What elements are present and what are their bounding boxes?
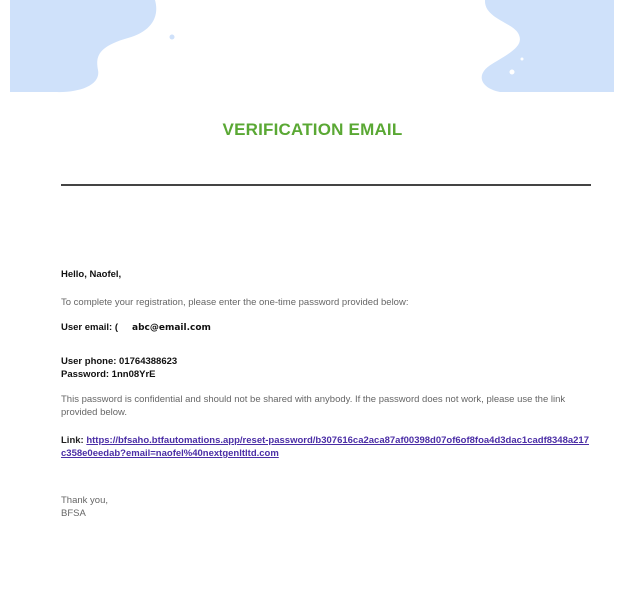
link-label: Link: — [61, 435, 87, 446]
intro-text: To complete your registration, please en… — [61, 297, 409, 308]
confidential-notice: This password is confidential and should… — [61, 394, 566, 418]
dot-decoration — [107, 65, 111, 69]
reset-link-block: Link: https://bfsaho.btfautomations.app/… — [61, 434, 591, 460]
credentials-block: User phone: 01764388623 Password: 1nn08Y… — [61, 355, 601, 381]
title-divider — [61, 184, 591, 186]
user-phone: User phone: 01764388623 — [61, 356, 178, 367]
dot-decoration — [169, 34, 175, 40]
greeting: Hello, Naofel, — [61, 269, 122, 280]
user-email-value: abc@email.com — [132, 323, 211, 333]
thanks-text: Thank you, — [61, 495, 108, 506]
user-email-label: User email: ( — [61, 322, 119, 333]
signature: BFSA — [61, 508, 86, 519]
user-email-line: User email: ( abc@email.com — [61, 321, 601, 335]
reset-password-link[interactable]: https://bfsaho.btfautomations.app/reset-… — [61, 435, 589, 459]
dot-decoration — [520, 57, 524, 61]
password: Password: 1nn08YrE — [61, 369, 156, 380]
header-banner — [10, 0, 614, 93]
email-body: Hello, Naofel, To complete your registra… — [61, 268, 601, 520]
signoff: Thank you, BFSA — [61, 494, 601, 520]
email-title: VERIFICATION EMAIL — [222, 120, 403, 139]
dot-decoration — [509, 69, 515, 75]
